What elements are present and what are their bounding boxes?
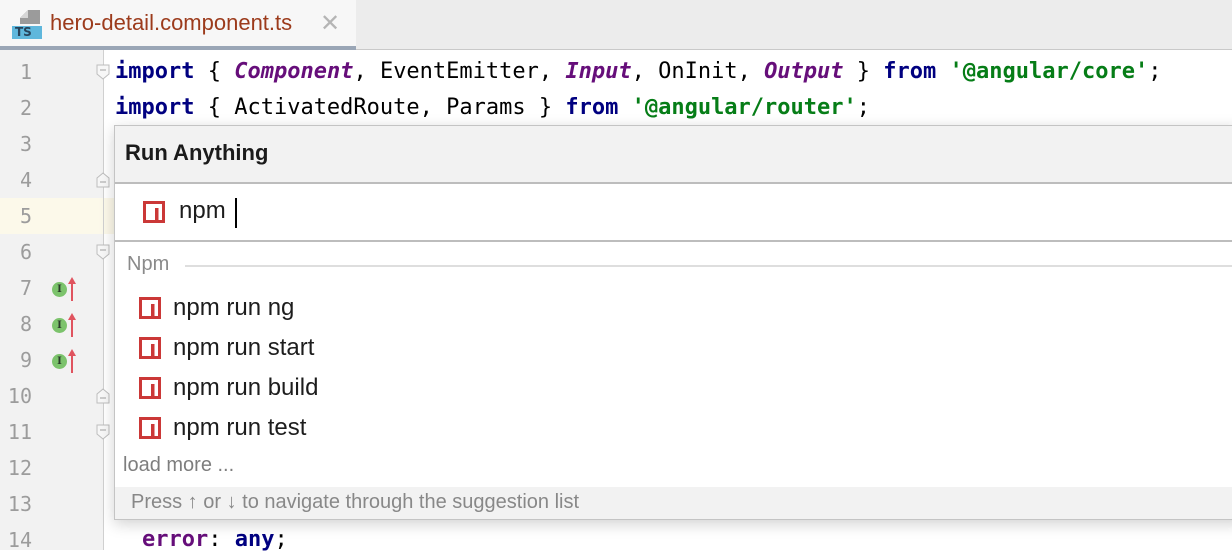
editor-tab-bar: TS hero-detail.component.ts ✕ [0, 0, 1232, 50]
line-number: 3 [19, 132, 32, 156]
class-name: Component [234, 59, 354, 84]
group-divider [185, 265, 1232, 267]
npm-icon [143, 201, 165, 223]
code-text: { [194, 59, 235, 84]
group-header-npm: Npm [127, 253, 170, 275]
line-number: 4 [19, 168, 32, 192]
string-literal: '@angular/router' [631, 95, 857, 120]
code-text: ; [856, 95, 871, 120]
run-result-label: npm run start [173, 334, 315, 361]
run-anything-popup: Run Anything Npm npm run ng npm run start… [114, 125, 1232, 520]
string-literal: '@angular/core' [949, 59, 1149, 84]
fold-collapse-icon[interactable] [96, 424, 110, 440]
code-line-1[interactable]: import { Component, EventEmitter, Input,… [115, 54, 1161, 90]
npm-icon [139, 337, 161, 359]
load-more-link[interactable]: load more ... [123, 454, 234, 477]
line-number: 9 [19, 348, 32, 372]
tab-hero-detail-component[interactable]: TS hero-detail.component.ts ✕ [0, 0, 356, 50]
implements-icon: I [52, 318, 67, 333]
overrides-up-arrow-icon [68, 313, 76, 337]
fold-end-icon[interactable] [96, 388, 110, 404]
line-number: 7 [19, 276, 32, 300]
implements-marker[interactable]: I [52, 349, 80, 373]
run-anything-search-input[interactable] [179, 197, 879, 225]
line-number: 8 [19, 312, 32, 336]
npm-icon [139, 417, 161, 439]
keyword: import [115, 95, 195, 120]
tab-title: hero-detail.component.ts [50, 10, 293, 35]
popup-title: Run Anything [125, 140, 269, 165]
popup-footer: Press ↑ or ↓ to navigate through the sug… [115, 487, 1232, 519]
text-caret [235, 198, 237, 228]
typescript-file-icon: TS [12, 10, 42, 40]
line-number: 6 [19, 240, 32, 264]
line-number: 14 [7, 528, 32, 552]
npm-icon [139, 297, 161, 319]
search-row [115, 184, 1232, 242]
overrides-up-arrow-icon [68, 277, 76, 301]
class-name: Input [565, 59, 632, 84]
keyword: from [883, 59, 937, 84]
run-result-label: npm run ng [173, 294, 295, 321]
line-number: 13 [7, 492, 32, 516]
fold-collapse-icon[interactable] [96, 64, 110, 80]
line-number: 1 [19, 60, 32, 84]
npm-icon [139, 377, 161, 399]
ts-badge: TS [12, 26, 42, 39]
implements-marker[interactable]: I [52, 277, 80, 301]
implements-icon: I [52, 354, 67, 369]
line-number: 11 [7, 420, 32, 444]
code-text: ; [274, 527, 288, 552]
run-result-label: npm run test [173, 414, 307, 441]
run-result-item[interactable]: npm run test [115, 408, 1232, 448]
code-text: : [208, 527, 235, 552]
implements-marker[interactable]: I [52, 313, 80, 337]
keyword: from [565, 95, 619, 120]
code-line-14[interactable]: error: any; [142, 522, 288, 558]
line-number: 5 [19, 204, 32, 228]
line-number: 10 [7, 384, 32, 408]
overrides-up-arrow-icon [68, 349, 76, 373]
keyword: import [115, 59, 195, 84]
fold-guide-line [103, 50, 104, 550]
fold-end-icon[interactable] [96, 172, 110, 188]
field-name: error [142, 527, 209, 552]
run-result-label: npm run build [173, 374, 319, 401]
close-tab-icon[interactable]: ✕ [320, 10, 340, 38]
code-text: ; [1148, 59, 1162, 84]
line-number: 12 [7, 456, 32, 480]
implements-icon: I [52, 282, 67, 297]
run-result-item[interactable]: npm run start [115, 328, 1232, 368]
code-line-2[interactable]: import { ActivatedRoute, Params } from '… [115, 90, 870, 126]
code-text: , EventEmitter, [353, 59, 566, 84]
keyword: any [234, 527, 275, 552]
popup-header: Run Anything [115, 126, 1232, 184]
code-text: { ActivatedRoute, Params } [194, 95, 566, 120]
code-text: , OnInit, [631, 59, 765, 84]
fold-collapse-icon[interactable] [96, 244, 110, 260]
class-name: Output [764, 59, 844, 84]
run-result-item[interactable]: npm run ng [115, 288, 1232, 328]
editor-line-row: 5 [0, 198, 104, 234]
code-text: } [843, 59, 884, 84]
line-number: 2 [19, 96, 32, 120]
navigation-hint: Press ↑ or ↓ to navigate through the sug… [131, 491, 580, 513]
run-result-item[interactable]: npm run build [115, 368, 1232, 408]
